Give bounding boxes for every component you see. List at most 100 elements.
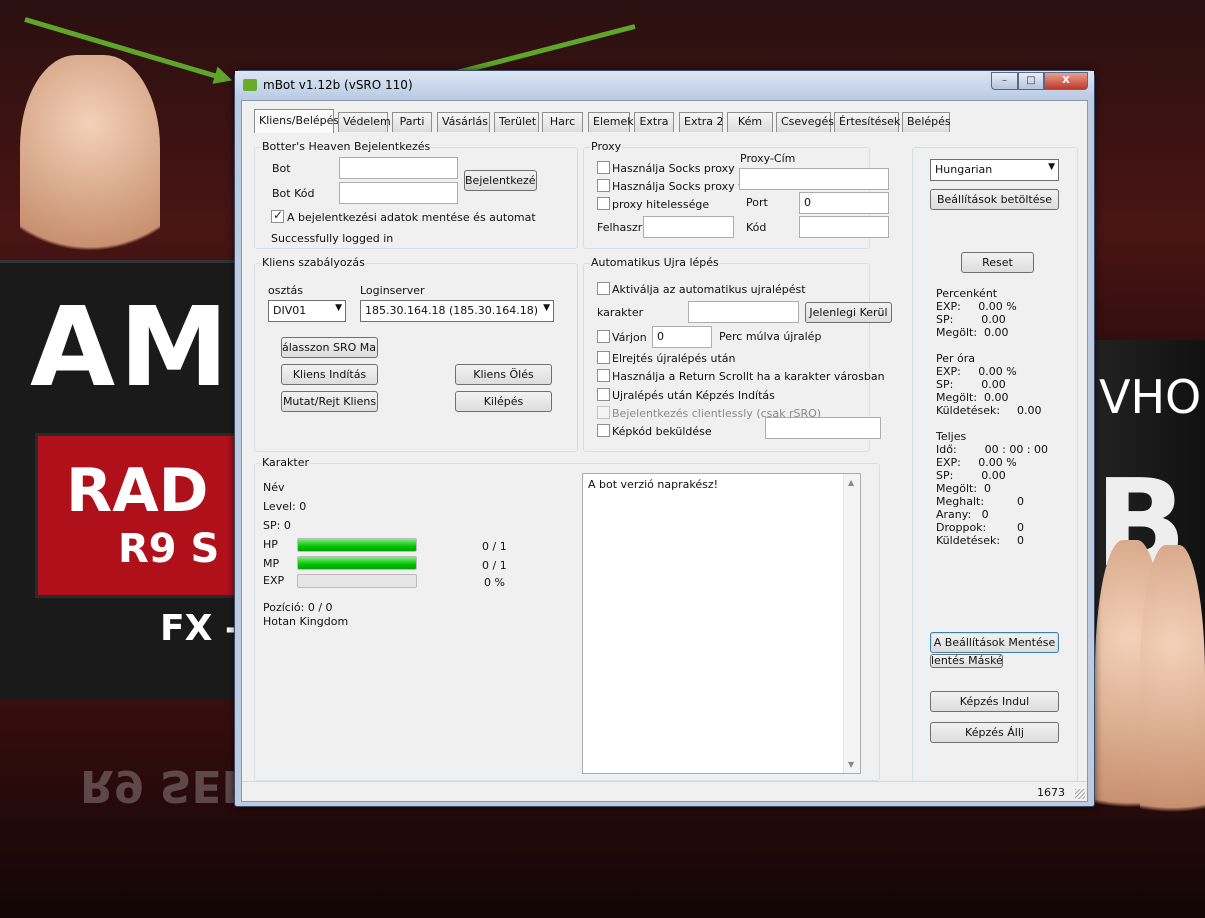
loginserver-select[interactable]: 185.30.164.18 (185.30.164.18) ▼: [360, 300, 554, 322]
tab-kem[interactable]: Kém: [727, 112, 773, 132]
load-settings-button[interactable]: Beállítások betöltése: [930, 189, 1059, 210]
title-bar[interactable]: mBot v1.12b (vSRO 110) – □ X: [235, 71, 1094, 99]
proxy-port-field[interactable]: 0: [799, 192, 889, 214]
mp-value: 0 / 1: [482, 559, 507, 572]
chevron-down-icon: ▼: [335, 303, 342, 313]
mbot-window: mBot v1.12b (vSRO 110) – □ X Kliens/Belé…: [234, 70, 1095, 807]
bot-code-field[interactable]: [339, 182, 458, 204]
status-counter: 1673: [1037, 786, 1065, 799]
mp-bar-fill: [298, 557, 416, 569]
total-sp: SP: 0.00: [936, 469, 1006, 482]
login-button[interactable]: Bejelentkezés: [464, 170, 537, 191]
status-bar: 1673: [242, 781, 1087, 801]
save-settings-as-button[interactable]: lentés Máskén: [930, 654, 1003, 668]
return-scroll-checkbox[interactable]: [597, 369, 610, 382]
proxy-address-label: Proxy-Cím: [740, 152, 796, 165]
hide-after-relogin-checkbox[interactable]: [597, 351, 610, 364]
wait-checkbox[interactable]: [597, 330, 610, 343]
tab-csevegese[interactable]: Csevegés: [776, 112, 834, 132]
tab-ertesitesek[interactable]: Értesítések: [834, 112, 900, 132]
resize-grip-icon[interactable]: [1075, 789, 1085, 799]
per-hour-title: Per óra: [936, 352, 976, 365]
proxy-auth-checkbox[interactable]: [597, 197, 610, 210]
wallpaper-figure-right-2: [1140, 545, 1205, 875]
train-after-relogin-checkbox[interactable]: [597, 388, 610, 401]
client-start-button[interactable]: Kliens Indítás: [281, 364, 378, 385]
captcha-checkbox[interactable]: [597, 424, 610, 437]
tab-terulet[interactable]: Terület: [494, 112, 539, 132]
client-kill-button[interactable]: Kliens Ölés: [455, 364, 552, 385]
maximize-button[interactable]: □: [1018, 72, 1044, 90]
captcha-label: Képkód beküldése: [612, 425, 712, 438]
proxy-port-label: Port: [746, 196, 768, 209]
bot-code-label: Bot Kód: [272, 187, 315, 200]
mp-label: MP: [263, 557, 280, 570]
client-control-label: Kliens szabályozás: [261, 256, 366, 269]
class-select-value: DIV01: [273, 304, 307, 317]
auto-relogin-enable-label: Aktiválja az automatikus ujralépést: [612, 283, 806, 296]
character-sp: SP: 0: [263, 519, 291, 532]
wallpaper-fx-text: FX -: [160, 608, 240, 649]
wait-label: Várjon: [612, 331, 647, 344]
total-drops-value: 0: [1017, 521, 1024, 534]
per-hour-quests-label: Küldetések:: [936, 404, 1001, 417]
bot-field[interactable]: [339, 157, 458, 179]
wallpaper-figure-left: [20, 55, 160, 285]
use-socks-proxy-checkbox[interactable]: [597, 161, 610, 174]
tab-vedelem[interactable]: Védelem: [338, 112, 391, 132]
minimize-button[interactable]: –: [991, 72, 1018, 90]
per-hour-kills: Megölt: 0.00: [936, 391, 1009, 404]
auto-relogin-label: Automatikus Ujra lépés: [590, 256, 720, 269]
total-gold: Arany: 0: [936, 508, 989, 521]
choose-sro-folder-button[interactable]: álasszon SRO Mappá: [281, 337, 378, 358]
stop-training-button[interactable]: Képzés Állj: [930, 722, 1059, 743]
total-time: Idő: 00 : 00 : 00: [936, 443, 1049, 456]
character-level: Level: 0: [263, 500, 307, 513]
return-scroll-label: Használja a Return Scrollt ha a karakter…: [612, 370, 885, 383]
proxy-group: Proxy Használja Socks proxy Használja So…: [583, 140, 889, 249]
loginserver-select-value: 185.30.164.18 (185.30.164.18): [365, 304, 539, 317]
close-button[interactable]: X: [1044, 72, 1088, 90]
tab-harc[interactable]: Harc: [542, 112, 583, 132]
log-textarea[interactable]: A bot verzió naprakész! ▲ ▼: [582, 473, 861, 774]
wait-minutes-field[interactable]: 0: [652, 326, 712, 348]
current-character-button[interactable]: Jelenlegi Kerül: [805, 302, 892, 323]
tab-kliens-belepes[interactable]: Kliens/Belépés: [254, 109, 339, 133]
tab-elemek[interactable]: Elemek: [588, 112, 634, 132]
tab-extra[interactable]: Extra: [634, 112, 674, 132]
mp-bar: [297, 556, 417, 570]
use-socks-proxy-v-checkbox[interactable]: [597, 179, 610, 192]
character-group-label: Karakter: [261, 456, 310, 469]
captcha-field[interactable]: [765, 417, 881, 439]
reset-button[interactable]: Reset: [961, 252, 1034, 273]
tab-vasarlas[interactable]: Vásárlás: [437, 112, 490, 132]
toggle-client-button[interactable]: Mutat/Rejt Kliens: [281, 391, 378, 412]
relogin-character-field[interactable]: [688, 301, 799, 323]
use-socks-proxy-v-label: Használja Socks proxy v: [612, 180, 745, 193]
loginserver-label: Loginserver: [360, 284, 425, 297]
per-minute-kills: Megölt: 0.00: [936, 326, 1009, 339]
total-deaths-value: 0: [1017, 495, 1024, 508]
login-group: Botter's Heaven Bejelentkezés Bot Bot Kó…: [254, 140, 578, 249]
scroll-down-icon[interactable]: ▼: [848, 760, 854, 769]
proxy-code-label: Kód: [746, 221, 767, 234]
auto-relogin-checkbox[interactable]: [597, 282, 610, 295]
language-select[interactable]: Hungarian ▼: [930, 159, 1059, 181]
log-scrollbar[interactable]: ▲ ▼: [843, 474, 860, 773]
exit-button[interactable]: Kilépés: [455, 391, 552, 412]
proxy-address-field[interactable]: [739, 168, 889, 190]
character-name-label: Név: [263, 481, 285, 494]
tab-parti[interactable]: Parti: [392, 112, 432, 132]
save-login-checkbox[interactable]: [271, 208, 284, 223]
total-exp: EXP: 0.00 %: [936, 456, 1017, 469]
save-settings-button[interactable]: A Beállítások Mentése: [930, 632, 1059, 653]
class-select[interactable]: DIV01 ▼: [268, 300, 346, 322]
tab-extra-2[interactable]: Extra 2: [679, 112, 724, 132]
proxy-code-field[interactable]: [799, 216, 889, 238]
hp-label: HP: [263, 538, 278, 551]
tab-belepes[interactable]: Belépés: [902, 112, 951, 132]
scroll-up-icon[interactable]: ▲: [848, 478, 854, 487]
wallpaper-right-text: VHO: [1099, 370, 1202, 424]
start-training-button[interactable]: Képzés Indul: [930, 691, 1059, 712]
proxy-user-field[interactable]: [643, 216, 734, 238]
